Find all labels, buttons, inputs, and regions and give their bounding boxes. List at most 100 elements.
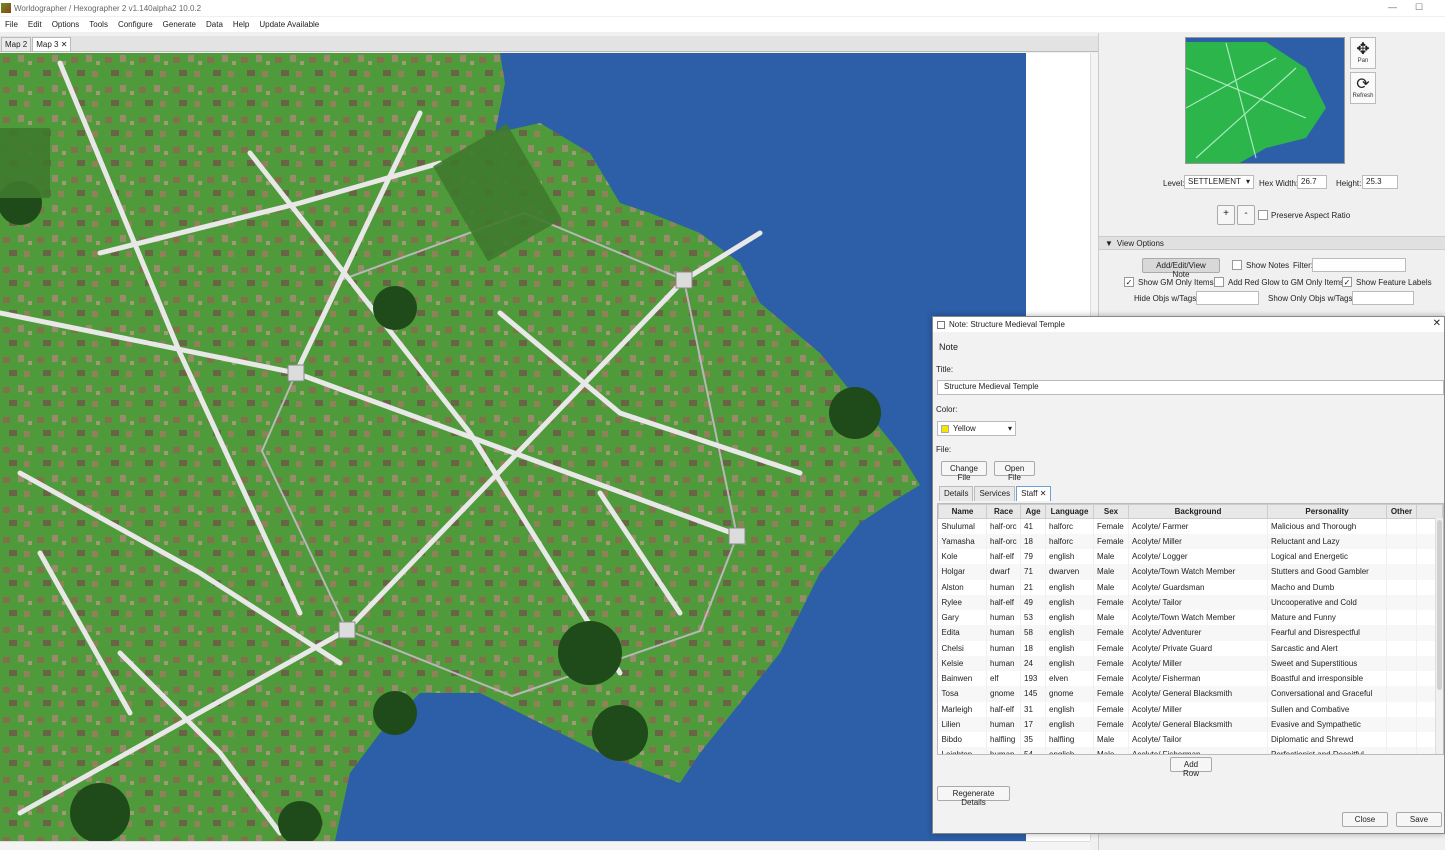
table-cell: elf: [986, 671, 1021, 687]
table-cell: Boastful and irresponsible: [1267, 671, 1387, 687]
scrollbar-thumb[interactable]: [1437, 520, 1442, 690]
maximize-icon[interactable]: ☐: [1415, 2, 1423, 13]
open-file-button[interactable]: Open File: [994, 461, 1035, 482]
table-row[interactable]: Kelsie human 24 english Female Acolyte/ Mille…: [938, 655, 1443, 671]
minimap[interactable]: [1185, 37, 1345, 164]
close-button[interactable]: Close: [1342, 812, 1388, 827]
add-row-button[interactable]: Add Row: [1170, 757, 1212, 778]
hex-width-input[interactable]: 26.7: [1297, 175, 1327, 189]
table-cell: 31: [1020, 701, 1046, 717]
col-header-language[interactable]: Language: [1045, 504, 1094, 519]
close-icon[interactable]: ✕: [61, 40, 68, 49]
table-row[interactable]: Yamasha half-orc 18 halforc Female Acolyte/ M…: [938, 533, 1443, 549]
menu-options[interactable]: Options: [47, 20, 85, 29]
map-canvas[interactable]: [0, 53, 1026, 841]
preserve-aspect-checkbox[interactable]: [1258, 210, 1268, 220]
table-cell: [1386, 671, 1417, 687]
view-options-header[interactable]: ▼ View Options: [1099, 236, 1445, 250]
menu-configure[interactable]: Configure: [113, 20, 158, 29]
table-cell: human: [986, 716, 1021, 732]
title-input[interactable]: Structure Medieval Temple: [937, 380, 1444, 395]
tab-staff[interactable]: Staff ✕: [1016, 486, 1052, 501]
change-file-button[interactable]: Change File: [941, 461, 987, 482]
col-header-other[interactable]: Other: [1386, 504, 1417, 519]
table-cell: Sweet and Superstitious: [1267, 655, 1387, 671]
table-cell: Kole: [938, 549, 987, 565]
regenerate-details-button[interactable]: Regenerate Details: [937, 786, 1010, 807]
menu-data[interactable]: Data: [201, 20, 228, 29]
table-cell: Marleigh: [938, 701, 987, 717]
table-cell: elven: [1045, 671, 1094, 687]
refresh-button[interactable]: ⟳ Refresh: [1350, 72, 1376, 104]
show-feature-labels-checkbox[interactable]: ✓: [1342, 277, 1352, 287]
map-tab-bar: Map 2 Map 3 ✕: [0, 36, 1098, 52]
col-header-race[interactable]: Race: [986, 504, 1021, 519]
filter-input[interactable]: [1312, 258, 1406, 272]
add-edit-view-note-button[interactable]: Add/Edit/View Note: [1142, 258, 1220, 279]
col-header-background[interactable]: Background: [1128, 504, 1268, 519]
zoom-out-button[interactable]: -: [1237, 205, 1255, 225]
table-cell: Female: [1093, 533, 1129, 549]
staff-table[interactable]: Name Race Age Language Sex Background Pe…: [937, 503, 1444, 755]
tab-label: Details: [944, 489, 969, 498]
menu-tools[interactable]: Tools: [84, 20, 113, 29]
close-icon[interactable]: ✕: [1433, 318, 1441, 329]
map-horizontal-scrollbar[interactable]: [0, 841, 1090, 850]
table-row[interactable]: Gary human 53 english Male Acolyte/Town Watch…: [938, 610, 1443, 626]
add-red-glow-label: Add Red Glow to GM Only Items: [1228, 278, 1345, 287]
add-red-glow-checkbox[interactable]: [1214, 277, 1224, 287]
col-header-sex[interactable]: Sex: [1093, 504, 1129, 519]
table-row[interactable]: Chelsi human 18 english Female Acolyte/ Priva…: [938, 640, 1443, 656]
menu-file[interactable]: File: [0, 20, 23, 29]
table-cell: Acolyte/ Miller: [1128, 701, 1268, 717]
minimize-icon[interactable]: —: [1388, 2, 1397, 12]
show-gm-only-checkbox[interactable]: ✓: [1124, 277, 1134, 287]
table-row[interactable]: Edita human 58 english Female Acolyte/ Advent…: [938, 625, 1443, 641]
menu-generate[interactable]: Generate: [158, 20, 201, 29]
level-select[interactable]: SETTLEMENT ▾: [1184, 175, 1254, 189]
staff-table-scrollbar[interactable]: [1435, 518, 1443, 754]
color-select[interactable]: Yellow ▾: [937, 421, 1016, 436]
col-header-name[interactable]: Name: [938, 504, 987, 519]
show-only-objs-input[interactable]: [1352, 291, 1414, 305]
table-row[interactable]: Bainwen elf 193 elven Female Acolyte/ Fisherm…: [938, 671, 1443, 687]
table-cell: Sarcastic and Alert: [1267, 640, 1387, 656]
tab-map-3[interactable]: Map 3 ✕: [32, 37, 72, 51]
level-label: Level:: [1163, 179, 1185, 188]
table-cell: Edita: [938, 625, 987, 641]
table-row[interactable]: Kole half-elf 79 english Male Acolyte/ Logger…: [938, 549, 1443, 565]
table-cell: Conversational and Graceful: [1267, 686, 1387, 702]
table-row[interactable]: Holgar dwarf 71 dwarven Male Acolyte/Town Wat…: [938, 564, 1443, 580]
table-cell: human: [986, 655, 1021, 671]
table-row[interactable]: Alston human 21 english Male Acolyte/ Guardsm…: [938, 579, 1443, 595]
tab-map-2[interactable]: Map 2: [1, 37, 32, 51]
menu-edit[interactable]: Edit: [23, 20, 47, 29]
note-window-icon: [937, 320, 945, 329]
table-row[interactable]: Bibdo halfling 35 halfling Male Acolyte/ Tail…: [938, 732, 1443, 748]
menu-update-available[interactable]: Update Available: [254, 20, 324, 29]
table-cell: Female: [1093, 625, 1129, 641]
table-cell: Acolyte/ Fisherman: [1128, 671, 1268, 687]
save-button[interactable]: Save: [1396, 812, 1442, 827]
height-input[interactable]: 25.3: [1362, 175, 1398, 189]
table-cell: Evasive and Sympathetic: [1267, 716, 1387, 732]
table-row[interactable]: Lilien human 17 english Female Acolyte/ Gener…: [938, 716, 1443, 732]
table-row[interactable]: Leighton human 54 english Male Acolyte/ Fishe…: [938, 747, 1443, 754]
table-row[interactable]: Marleigh half-elf 31 english Female Acolyte/ …: [938, 701, 1443, 717]
close-icon[interactable]: ✕: [1040, 489, 1047, 498]
hide-objs-input[interactable]: [1196, 291, 1259, 305]
col-header-personality[interactable]: Personality: [1267, 504, 1387, 519]
filter-label: Filter:: [1293, 261, 1313, 270]
pan-button[interactable]: ✥ Pan: [1350, 37, 1376, 69]
show-notes-checkbox[interactable]: [1232, 260, 1242, 270]
table-row[interactable]: Rylee half-elf 49 english Female Acolyte/ Tai…: [938, 594, 1443, 610]
table-row[interactable]: Shulumal half-orc 41 halforc Female Acolyte/ …: [938, 518, 1443, 534]
tab-details[interactable]: Details: [939, 486, 974, 501]
zoom-in-button[interactable]: +: [1217, 205, 1235, 225]
table-cell: english: [1045, 579, 1094, 595]
tab-services[interactable]: Services: [974, 486, 1016, 501]
color-label: Color:: [936, 405, 958, 414]
col-header-age[interactable]: Age: [1020, 504, 1046, 519]
menu-help[interactable]: Help: [228, 20, 254, 29]
table-row[interactable]: Tosa gnome 145 gnome Female Acolyte/ General …: [938, 686, 1443, 702]
